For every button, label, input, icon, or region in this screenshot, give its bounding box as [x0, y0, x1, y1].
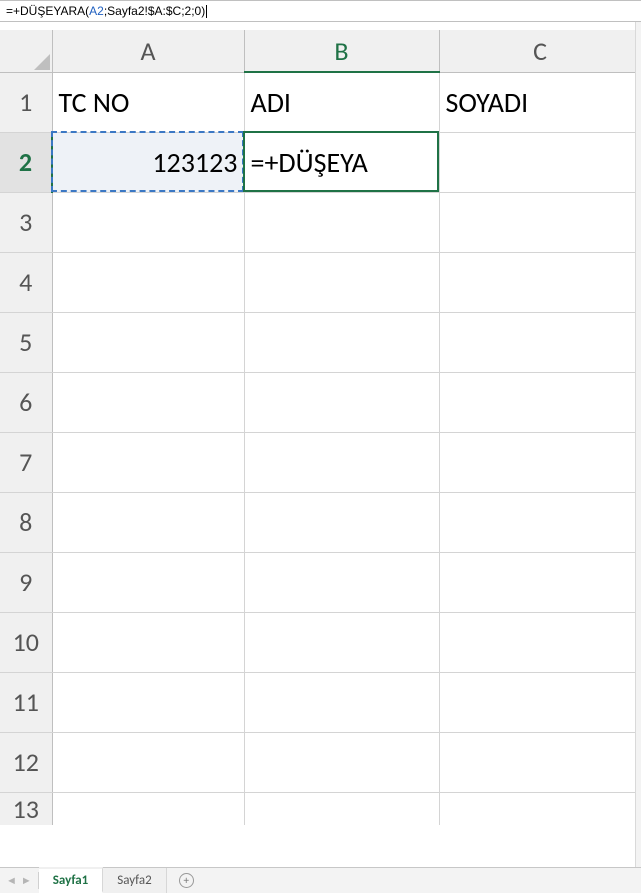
row-header-11[interactable]: 11: [0, 672, 52, 732]
cell-A12[interactable]: [52, 732, 244, 792]
vertical-scrollbar[interactable]: [635, 22, 641, 867]
cell-C12[interactable]: [439, 732, 641, 792]
sheet-nav-prev-icon[interactable]: ◄: [6, 875, 17, 886]
cell-B3[interactable]: [244, 192, 439, 252]
sheet-tab-bar: ◄ ► Sayfa1 Sayfa2 +: [0, 867, 641, 893]
cell-C8[interactable]: [439, 492, 641, 552]
cell-B4[interactable]: [244, 252, 439, 312]
cell-A13[interactable]: [52, 792, 244, 825]
row-header-1[interactable]: 1: [0, 72, 52, 132]
text-caret: [206, 5, 207, 18]
row-header-9[interactable]: 9: [0, 552, 52, 612]
cell-B1[interactable]: ADI: [244, 72, 439, 132]
cell-A4[interactable]: [52, 252, 244, 312]
cell-B6[interactable]: [244, 372, 439, 432]
row-header-13[interactable]: 13: [0, 792, 52, 825]
row-header-6[interactable]: 6: [0, 372, 52, 432]
cell-C10[interactable]: [439, 612, 641, 672]
row-header-12[interactable]: 12: [0, 732, 52, 792]
cell-C3[interactable]: [439, 192, 641, 252]
cell-B2[interactable]: =+DÜŞEYA: [244, 132, 439, 192]
cell-B9[interactable]: [244, 552, 439, 612]
cell-A3[interactable]: [52, 192, 244, 252]
cell-C9[interactable]: [439, 552, 641, 612]
cell-C13[interactable]: [439, 792, 641, 825]
cell-C7[interactable]: [439, 432, 641, 492]
formula-text-rest: ;Sayfa2!$A:$C;2;0): [104, 4, 205, 18]
row-header-4[interactable]: 4: [0, 252, 52, 312]
sheet-tab-sayfa2[interactable]: Sayfa2: [103, 868, 166, 893]
cell-C6[interactable]: [439, 372, 641, 432]
column-header-B[interactable]: B: [244, 30, 439, 72]
cell-B8[interactable]: [244, 492, 439, 552]
formula-text-ref: A2: [89, 4, 104, 18]
cell-A5[interactable]: [52, 312, 244, 372]
cell-A8[interactable]: [52, 492, 244, 552]
cell-B11[interactable]: [244, 672, 439, 732]
cell-A10[interactable]: [52, 612, 244, 672]
cell-C4[interactable]: [439, 252, 641, 312]
cell-B5[interactable]: [244, 312, 439, 372]
formula-bar[interactable]: =+DÜŞEYARA(A2;Sayfa2!$A:$C;2;0): [0, 0, 641, 22]
column-header-C[interactable]: C: [439, 30, 641, 72]
cell-A11[interactable]: [52, 672, 244, 732]
formula-text-prefix: =+DÜŞEYARA(: [6, 4, 89, 18]
cell-C2[interactable]: [439, 132, 641, 192]
cell-A7[interactable]: [52, 432, 244, 492]
select-all-corner[interactable]: [0, 30, 52, 72]
cell-B7[interactable]: [244, 432, 439, 492]
column-header-A[interactable]: A: [52, 30, 244, 72]
cell-B10[interactable]: [244, 612, 439, 672]
sheet-nav: ◄ ►: [0, 868, 38, 893]
row-header-3[interactable]: 3: [0, 192, 52, 252]
sheet-tab-label: Sayfa2: [117, 873, 151, 888]
spreadsheet-grid[interactable]: A B C 1 TC NO ADI SOYADI 2 123123 =+DÜŞE…: [0, 30, 641, 867]
cell-A2[interactable]: 123123: [52, 132, 244, 192]
row-header-10[interactable]: 10: [0, 612, 52, 672]
row-header-5[interactable]: 5: [0, 312, 52, 372]
cell-B13[interactable]: [244, 792, 439, 825]
cell-C1[interactable]: SOYADI: [439, 72, 641, 132]
cell-C5[interactable]: [439, 312, 641, 372]
cell-A9[interactable]: [52, 552, 244, 612]
sheet-nav-next-icon[interactable]: ►: [21, 875, 32, 886]
select-all-triangle-icon: [34, 54, 50, 70]
plus-icon: +: [179, 873, 194, 888]
cell-C11[interactable]: [439, 672, 641, 732]
sheet-tab-sayfa1[interactable]: Sayfa1: [39, 867, 103, 893]
cell-A1[interactable]: TC NO: [52, 72, 244, 132]
cell-A6[interactable]: [52, 372, 244, 432]
row-header-2[interactable]: 2: [0, 132, 52, 192]
row-header-8[interactable]: 8: [0, 492, 52, 552]
cell-B12[interactable]: [244, 732, 439, 792]
sheet-tab-label: Sayfa1: [53, 873, 88, 888]
row-header-7[interactable]: 7: [0, 432, 52, 492]
add-sheet-button[interactable]: +: [167, 868, 206, 893]
